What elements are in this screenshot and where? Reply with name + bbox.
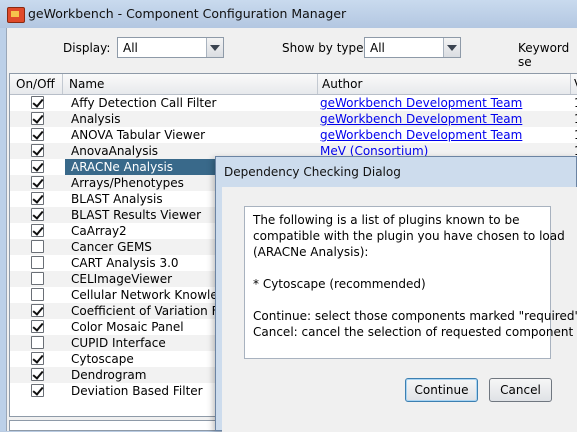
title-bar[interactable]: geWorkbench - Component Configuration Ma… <box>0 0 577 28</box>
enable-checkbox[interactable] <box>31 144 44 157</box>
message-line: Cancel: cancel the selection of requeste… <box>253 325 574 339</box>
enable-checkbox[interactable] <box>31 192 44 205</box>
enable-checkbox[interactable] <box>31 240 44 253</box>
display-label: Display: <box>63 41 111 55</box>
dialog-title[interactable]: Dependency Checking Dialog <box>224 165 401 179</box>
message-line: (ARACNe Analysis): <box>253 245 369 259</box>
enable-checkbox[interactable] <box>31 160 44 173</box>
author-link[interactable]: geWorkbench Development Team <box>320 127 522 143</box>
enable-checkbox[interactable] <box>31 128 44 141</box>
column-divider <box>570 74 571 94</box>
enable-checkbox[interactable] <box>31 336 44 349</box>
type-value: All <box>370 41 385 55</box>
continue-button[interactable]: Continue <box>405 378 478 402</box>
enable-checkbox[interactable] <box>31 208 44 221</box>
col-author-header[interactable]: Author <box>322 77 362 91</box>
dialog-message-box: The following is a list of plugins known… <box>244 206 577 359</box>
app-icon <box>7 7 25 23</box>
window-title: geWorkbench - Component Configuration Ma… <box>28 6 347 21</box>
message-line: compatible with the plugin you have chos… <box>253 229 565 243</box>
enable-checkbox[interactable] <box>31 304 44 317</box>
enable-checkbox[interactable] <box>31 288 44 301</box>
column-divider <box>317 74 318 94</box>
enable-checkbox[interactable] <box>31 176 44 189</box>
dialog-body: The following is a list of plugins known… <box>222 187 577 432</box>
keyword-label: Keyword se <box>518 41 570 69</box>
table-row[interactable]: ANOVA Tabular Viewer geWorkbench Developm… <box>10 127 577 143</box>
enable-checkbox[interactable] <box>31 256 44 269</box>
cancel-button[interactable]: Cancel <box>489 378 552 402</box>
col-name-header[interactable]: Name <box>69 77 104 91</box>
col-onoff-header[interactable]: On/Off <box>16 77 55 91</box>
component-name: ANOVA Tabular Viewer <box>71 128 206 142</box>
enable-checkbox[interactable] <box>31 384 44 397</box>
enable-checkbox[interactable] <box>31 272 44 285</box>
component-name: Affy Detection Call Filter <box>71 96 217 110</box>
dependency-dialog: Dependency Checking Dialog The following… <box>215 156 577 432</box>
chevron-down-icon[interactable] <box>206 38 223 57</box>
column-divider <box>62 74 63 94</box>
message-line: The following is a list of plugins known… <box>253 213 520 227</box>
type-label: Show by type: <box>282 41 368 55</box>
table-header: On/Off Name Author V <box>10 74 577 95</box>
author-link[interactable]: geWorkbench Development Team <box>320 111 522 127</box>
enable-checkbox[interactable] <box>31 96 44 109</box>
message-line: * Cytoscape (recommended) <box>253 277 426 291</box>
enable-checkbox[interactable] <box>31 112 44 125</box>
chevron-down-icon[interactable] <box>443 38 460 57</box>
display-value: All <box>123 41 138 55</box>
table-row[interactable]: Affy Detection Call Filter geWorkbench De… <box>10 95 577 111</box>
table-row[interactable]: AnalysisgeWorkbench Development Team1 <box>10 111 577 127</box>
message-line: Continue: select those components marked… <box>253 309 577 323</box>
enable-checkbox[interactable] <box>31 352 44 365</box>
enable-checkbox[interactable] <box>31 320 44 333</box>
type-combo[interactable]: All <box>364 37 461 58</box>
enable-checkbox[interactable] <box>31 368 44 381</box>
enable-checkbox[interactable] <box>31 224 44 237</box>
author-link[interactable]: geWorkbench Development Team <box>320 95 522 111</box>
component-name: Analysis <box>71 112 121 126</box>
display-combo[interactable]: All <box>117 37 224 58</box>
